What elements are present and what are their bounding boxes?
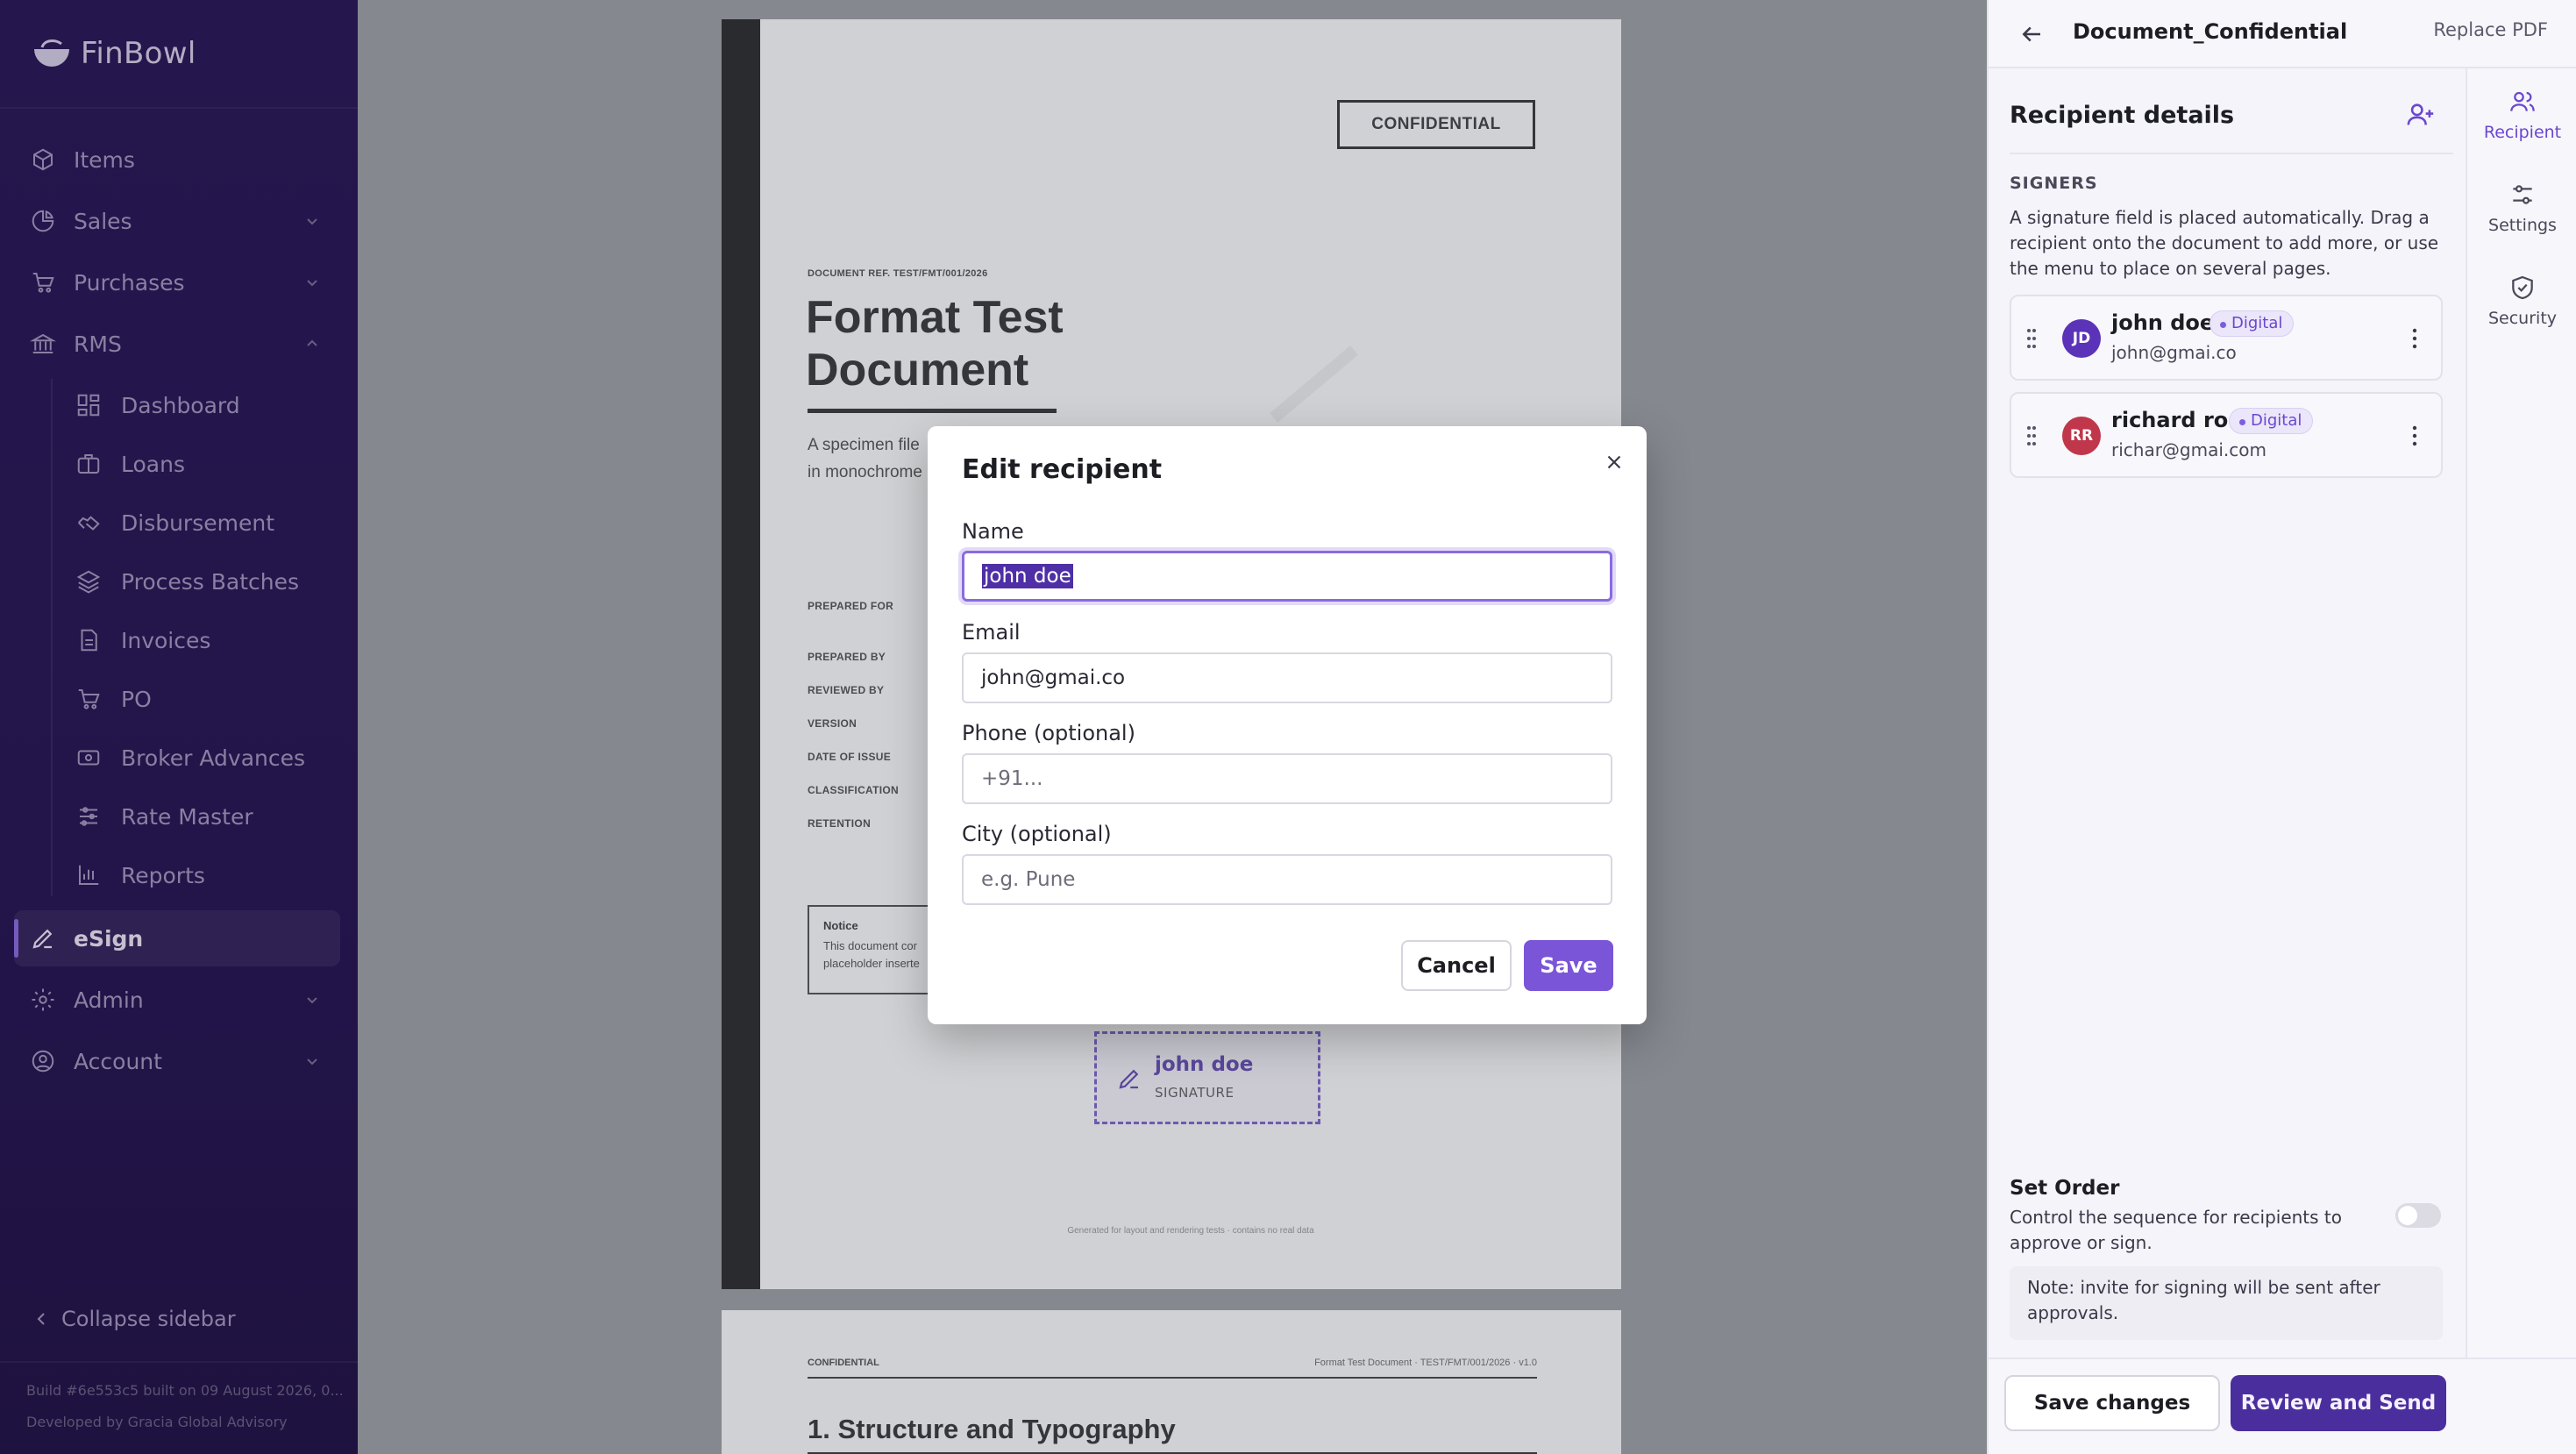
email-field[interactable]: john@gmai.co	[962, 652, 1612, 703]
set-order-title: Set Order	[2010, 1177, 2120, 1200]
title-rule	[808, 409, 1057, 413]
city-field-placeholder: e.g. Pune	[981, 868, 1076, 891]
signature-type-badge: Digital	[2210, 310, 2295, 337]
confidential-stamp: CONFIDENTIAL	[1337, 100, 1535, 149]
recipient-email: richar@gmai.com	[2111, 439, 2266, 460]
save-changes-button[interactable]: Save changes	[2004, 1375, 2220, 1431]
name-field-value: john doe	[982, 564, 1073, 588]
tab-security[interactable]: Security	[2467, 254, 2576, 342]
meta-label: RETENTION	[808, 817, 872, 830]
signers-description: A signature field is placed automaticall…	[2010, 207, 2439, 279]
section-heading: 1. Structure and Typography	[808, 1414, 1176, 1444]
phone-field-placeholder: +91...	[981, 767, 1043, 790]
arrow-left-icon[interactable]	[2018, 21, 2045, 47]
document-description: A specimen file in monochrome	[808, 431, 948, 486]
set-order-toggle[interactable]	[2395, 1203, 2441, 1228]
signature-label: SIGNATURE	[1155, 1085, 1235, 1101]
section-title: Recipient details	[2010, 102, 2235, 129]
recipient-name: john doe	[2111, 310, 2215, 335]
add-user-icon[interactable]	[2406, 100, 2436, 130]
recipient-email: john@gmai.co	[2111, 342, 2237, 363]
tab-settings[interactable]: Settings	[2467, 161, 2576, 249]
tab-label: Security	[2487, 309, 2558, 328]
set-order-description: Control the sequence for recipients to a…	[2010, 1207, 2342, 1253]
tab-label: Recipient	[2483, 123, 2562, 142]
pen-icon	[1119, 1069, 1139, 1089]
recipient-name: richard roe	[2111, 408, 2243, 432]
close-icon[interactable]	[1603, 451, 1626, 474]
approval-note: Note: invite for signing will be sent af…	[2010, 1266, 2443, 1340]
meta-label: CLASSIFICATION	[808, 784, 899, 796]
name-field[interactable]: john doe	[962, 551, 1612, 602]
header-rule	[808, 1377, 1537, 1379]
meta-label: PREPARED BY	[808, 651, 886, 663]
users-icon	[2510, 91, 2535, 111]
save-button[interactable]: Save	[1524, 940, 1613, 991]
tab-label: Settings	[2488, 216, 2557, 235]
sliders-icon	[2513, 185, 2532, 204]
meta-label: DATE OF ISSUE	[808, 751, 892, 763]
panel-footer: Save changes Review and Send	[1989, 1358, 2576, 1454]
city-label: City (optional)	[962, 822, 1112, 846]
avatar: JD	[2062, 319, 2101, 358]
page-header-right: Format Test Document · TEST/FMT/001/2026…	[1314, 1358, 1537, 1368]
email-label: Email	[962, 620, 1021, 645]
sidebar: FinBowl Items Sales Purchases RMS Dashbo…	[0, 0, 358, 1454]
avatar: RR	[2062, 417, 2101, 455]
edit-recipient-modal: Edit recipient Name john doe Email john@…	[928, 426, 1647, 1024]
drag-handle-icon[interactable]	[2025, 326, 2038, 351]
meta-label: REVIEWED BY	[808, 684, 885, 696]
meta-label: PREPARED FOR	[808, 600, 894, 612]
sidebar-dim-overlay	[0, 0, 358, 1454]
recipient-panel: Document_Confidential Replace PDF Recipi…	[1987, 0, 2576, 1454]
panel-header: Document_Confidential Replace PDF	[1989, 0, 2576, 68]
description-line: A specimen file	[808, 436, 920, 454]
section-divider	[2010, 153, 2453, 154]
phone-field[interactable]: +91...	[962, 753, 1612, 804]
signers-heading: SIGNERS	[2010, 174, 2098, 193]
description-line: in monochrome	[808, 463, 922, 481]
phone-label: Phone (optional)	[962, 721, 1135, 745]
modal-title: Edit recipient	[962, 454, 1163, 485]
signature-field[interactable]: john doe SIGNATURE	[1094, 1031, 1320, 1124]
email-field-value: john@gmai.co	[981, 666, 1126, 689]
tab-recipient[interactable]: Recipient	[2467, 68, 2576, 156]
name-label: Name	[962, 519, 1024, 544]
document-ref: DOCUMENT REF. TEST/FMT/001/2026	[808, 268, 988, 279]
more-vertical-icon[interactable]	[2411, 424, 2418, 448]
document-name: Document_Confidential	[2073, 19, 2348, 44]
recipient-card[interactable]: JD john doe Digital john@gmai.co	[2010, 295, 2443, 381]
city-field[interactable]: e.g. Pune	[962, 854, 1612, 905]
signature-signer-name: john doe	[1155, 1053, 1254, 1076]
recipient-details: Recipient details SIGNERS A signature fi…	[1989, 68, 2466, 1454]
document-title: Format Test Document	[806, 292, 1064, 396]
page-edge-bar	[722, 19, 760, 1289]
cancel-button[interactable]: Cancel	[1401, 940, 1512, 991]
more-vertical-icon[interactable]	[2411, 326, 2418, 351]
page-header-left: CONFIDENTIAL	[808, 1358, 879, 1368]
drag-handle-icon[interactable]	[2025, 424, 2038, 448]
signature-type-badge: Digital	[2229, 408, 2314, 434]
meta-label: VERSION	[808, 717, 857, 730]
review-and-send-button[interactable]: Review and Send	[2231, 1375, 2446, 1431]
recipient-card[interactable]: RR richard roe Digital richar@gmai.com	[2010, 392, 2443, 478]
document-page-2[interactable]: CONFIDENTIAL Format Test Document · TEST…	[722, 1310, 1621, 1454]
replace-pdf-button[interactable]: Replace PDF	[2433, 19, 2548, 40]
panel-tabs: Recipient Settings Security	[2466, 68, 2576, 1358]
page-footer-note: Generated for layout and rendering tests…	[1067, 1226, 1314, 1236]
shield-check-icon	[2512, 275, 2533, 300]
